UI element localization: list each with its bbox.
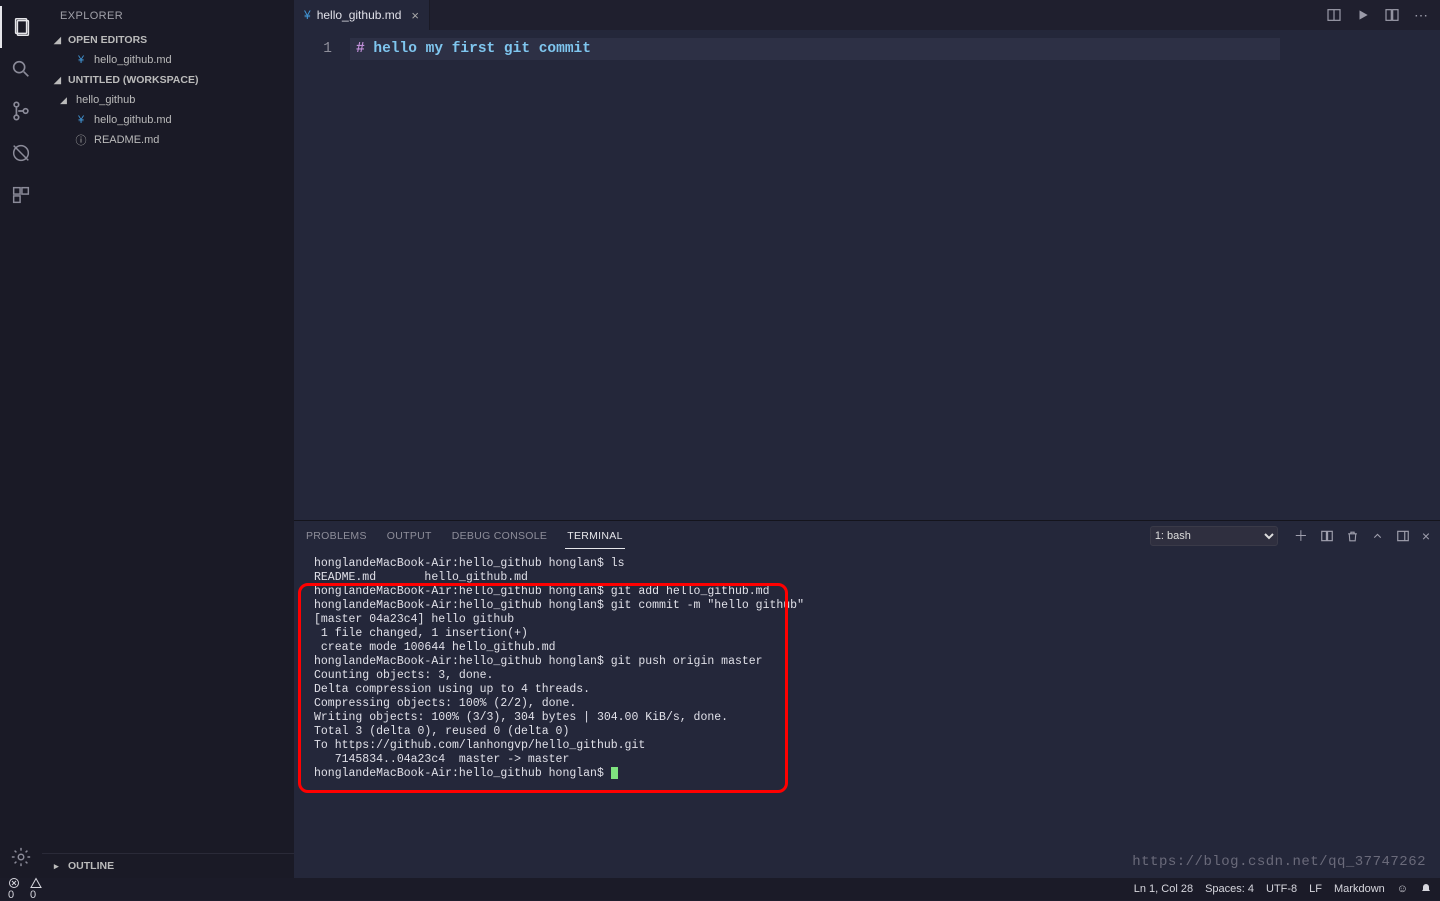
- open-editor-item[interactable]: ¥ hello_github.md: [42, 50, 294, 70]
- feedback-smiley-icon[interactable]: ☺: [1397, 883, 1408, 895]
- terminal-body[interactable]: honglandeMacBook-Air:hello_github hongla…: [294, 551, 1440, 878]
- tab-debug-console[interactable]: DEBUG CONSOLE: [450, 530, 550, 542]
- split-terminal-icon[interactable]: [1320, 529, 1334, 543]
- folder-name: hello_github: [76, 94, 135, 106]
- warning-count: 0: [30, 889, 36, 901]
- info-file-icon: ⓘ: [74, 133, 88, 147]
- terminal-cursor: [611, 767, 618, 779]
- split-editor-icon[interactable]: [1384, 7, 1400, 23]
- tab-problems[interactable]: PROBLEMS: [304, 530, 369, 542]
- kill-terminal-icon[interactable]: [1346, 530, 1359, 543]
- workspace-label: UNTITLED (WORKSPACE): [68, 74, 198, 86]
- terminal-select[interactable]: 1: bash: [1150, 526, 1278, 546]
- open-editor-filename: hello_github.md: [94, 54, 172, 66]
- heading-marker: #: [356, 41, 365, 57]
- file-name: hello_github.md: [94, 114, 172, 126]
- extensions-icon[interactable]: [0, 174, 42, 216]
- outline-header[interactable]: ▸ OUTLINE: [42, 853, 294, 878]
- status-encoding[interactable]: UTF-8: [1266, 883, 1297, 895]
- editor-body[interactable]: 1 # hello my first git commit: [294, 30, 1440, 520]
- sidebar-title: EXPLORER: [42, 0, 294, 30]
- folder-item[interactable]: ◢ hello_github: [42, 90, 294, 110]
- explorer-icon[interactable]: [0, 6, 42, 48]
- status-warnings[interactable]: 0: [30, 877, 42, 901]
- status-language[interactable]: Markdown: [1334, 883, 1385, 895]
- move-panel-icon[interactable]: [1396, 529, 1410, 543]
- chevron-down-icon: ◢: [54, 75, 64, 86]
- activity-bar: [0, 0, 42, 878]
- file-name: README.md: [94, 134, 159, 146]
- search-icon[interactable]: [0, 48, 42, 90]
- notifications-bell-icon[interactable]: [1420, 883, 1432, 895]
- panel-tabs: PROBLEMS OUTPUT DEBUG CONSOLE TERMINAL 1…: [294, 521, 1440, 551]
- tab-bar: ¥ hello_github.md × ⋯: [294, 0, 1440, 30]
- tab-filename: hello_github.md: [317, 8, 402, 22]
- chevron-down-icon: ◢: [54, 35, 64, 46]
- markdown-file-icon: ¥: [304, 8, 311, 22]
- open-editors-label: OPEN EDITORS: [68, 34, 147, 46]
- workspace-header[interactable]: ◢ UNTITLED (WORKSPACE): [42, 70, 294, 90]
- status-errors[interactable]: 0: [8, 877, 20, 901]
- markdown-file-icon: ¥: [74, 113, 88, 127]
- new-terminal-icon[interactable]: ＋: [1294, 526, 1308, 546]
- split-preview-icon[interactable]: [1326, 7, 1342, 23]
- maximize-panel-icon[interactable]: [1371, 530, 1384, 543]
- status-eol[interactable]: LF: [1309, 883, 1322, 895]
- debug-icon[interactable]: [0, 132, 42, 174]
- heading-text: hello my first git commit: [365, 41, 591, 57]
- explorer-sidebar: EXPLORER ◢ OPEN EDITORS ¥ hello_github.m…: [42, 0, 294, 878]
- settings-gear-icon[interactable]: [0, 836, 42, 878]
- close-panel-icon[interactable]: ×: [1422, 528, 1430, 544]
- status-ln-col[interactable]: Ln 1, Col 28: [1134, 883, 1193, 895]
- line-number: 1: [294, 38, 332, 60]
- source-control-icon[interactable]: [0, 90, 42, 132]
- editor-tab[interactable]: ¥ hello_github.md ×: [294, 0, 430, 30]
- outline-label: OUTLINE: [68, 860, 114, 872]
- status-bar: 0 0 Ln 1, Col 28 Spaces: 4 UTF-8 LF Mark…: [0, 878, 1440, 900]
- chevron-down-icon: ◢: [60, 95, 70, 106]
- status-spaces[interactable]: Spaces: 4: [1205, 883, 1254, 895]
- error-count: 0: [8, 889, 14, 901]
- chevron-right-icon: ▸: [54, 861, 64, 872]
- line-gutter: 1: [294, 30, 350, 520]
- editor-content[interactable]: # hello my first git commit: [350, 30, 1440, 520]
- open-editors-header[interactable]: ◢ OPEN EDITORS: [42, 30, 294, 50]
- run-icon[interactable]: [1356, 8, 1370, 22]
- close-icon[interactable]: ×: [411, 8, 419, 23]
- tab-output[interactable]: OUTPUT: [385, 530, 434, 542]
- bottom-panel: PROBLEMS OUTPUT DEBUG CONSOLE TERMINAL 1…: [294, 520, 1440, 878]
- editor-actions: ⋯: [1314, 0, 1440, 30]
- markdown-file-icon: ¥: [74, 53, 88, 67]
- watermark-text: https://blog.csdn.net/qq_37747262: [1132, 854, 1426, 870]
- tab-terminal[interactable]: TERMINAL: [565, 530, 625, 549]
- file-item[interactable]: ⓘ README.md: [42, 130, 294, 150]
- editor-region: ¥ hello_github.md × ⋯ 1: [294, 0, 1440, 878]
- file-item[interactable]: ¥ hello_github.md: [42, 110, 294, 130]
- more-icon[interactable]: ⋯: [1414, 7, 1428, 24]
